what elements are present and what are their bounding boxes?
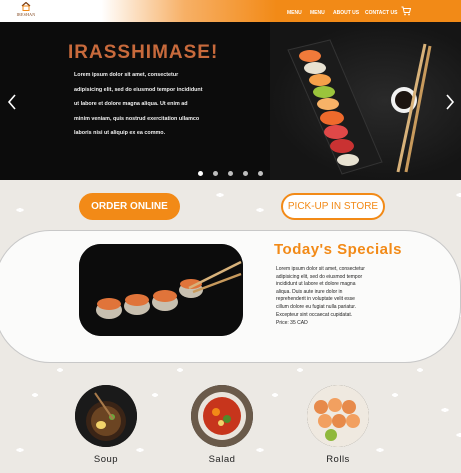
soup-bowl-illustration	[75, 385, 137, 447]
carousel-dot[interactable]	[228, 171, 233, 176]
hero-text: Lorem ipsum dolor sit amet, consectetur …	[74, 68, 224, 141]
carousel-dot[interactable]	[243, 171, 248, 176]
category-soup[interactable]: Soup	[75, 385, 137, 465]
carousel-dots	[198, 171, 263, 176]
specials-image	[79, 244, 243, 336]
pickup-in-store-button[interactable]: PICK-UP IN STORE	[281, 193, 385, 220]
specials-card: Today's Specials Lorem ipsum dolor sit a…	[0, 230, 461, 363]
sushi-rolls-photo	[79, 244, 243, 336]
specials-price: Price: 35 CAD	[276, 320, 308, 326]
order-online-button[interactable]: ORDER ONLINE	[79, 193, 180, 220]
hero-title: IRASSHIMASE!	[68, 42, 219, 63]
chevron-right-icon[interactable]	[445, 94, 455, 110]
carousel-dot[interactable]	[258, 171, 263, 176]
category-rolls[interactable]: Rolls	[307, 385, 369, 465]
carousel-dot[interactable]	[213, 171, 218, 176]
soup-image	[75, 385, 137, 447]
category-label: Soup	[93, 454, 119, 465]
specials-title: Today's Specials	[274, 241, 403, 258]
salad-bowl-illustration	[191, 385, 253, 447]
hero-banner: IRASSHIMASE! Lorem ipsum dolor sit amet,…	[0, 22, 461, 180]
sushi-platter-illustration	[287, 39, 432, 175]
rolls-platter-illustration	[307, 385, 369, 447]
category-label: Salad	[208, 454, 236, 465]
logo-text: IRESHAN	[16, 12, 36, 17]
hero-text-line: minim veniam, quis nostrud exercitation …	[74, 115, 200, 122]
cart-icon[interactable]	[401, 6, 411, 16]
logo[interactable]: IRESHAN	[12, 2, 40, 20]
nav-item-contact[interactable]: CONTACT US	[365, 10, 397, 16]
nav-item-1[interactable]: MENU	[287, 10, 302, 16]
hero-text-line: ut labore et dolore magna aliqua. Ut eni…	[74, 101, 188, 107]
house-logo-icon	[21, 2, 31, 11]
carousel-dot[interactable]	[198, 171, 203, 176]
hero-text-line: laboris nisi ut aliquip ex ea commo.	[74, 130, 166, 136]
hero-food-image	[270, 22, 461, 180]
rolls-image	[307, 385, 369, 447]
nav-item-2[interactable]: MENU	[310, 10, 325, 16]
specials-description: Lorem ipsum dolor sit amet, consectetur …	[276, 266, 365, 318]
salad-image	[191, 385, 253, 447]
category-label: Rolls	[326, 454, 350, 465]
hero-text-line: Lorem ipsum dolor sit amet, consectetur	[74, 72, 179, 78]
hero-text-line: adipisicing elit, sed do eiusmod tempor …	[74, 86, 203, 93]
category-salad[interactable]: Salad	[191, 385, 253, 465]
chevron-left-icon[interactable]	[7, 94, 17, 110]
top-header: IRESHAN MENU MENU ABOUT US CONTACT US	[0, 0, 461, 22]
nav-item-about[interactable]: ABOUT US	[333, 10, 359, 16]
